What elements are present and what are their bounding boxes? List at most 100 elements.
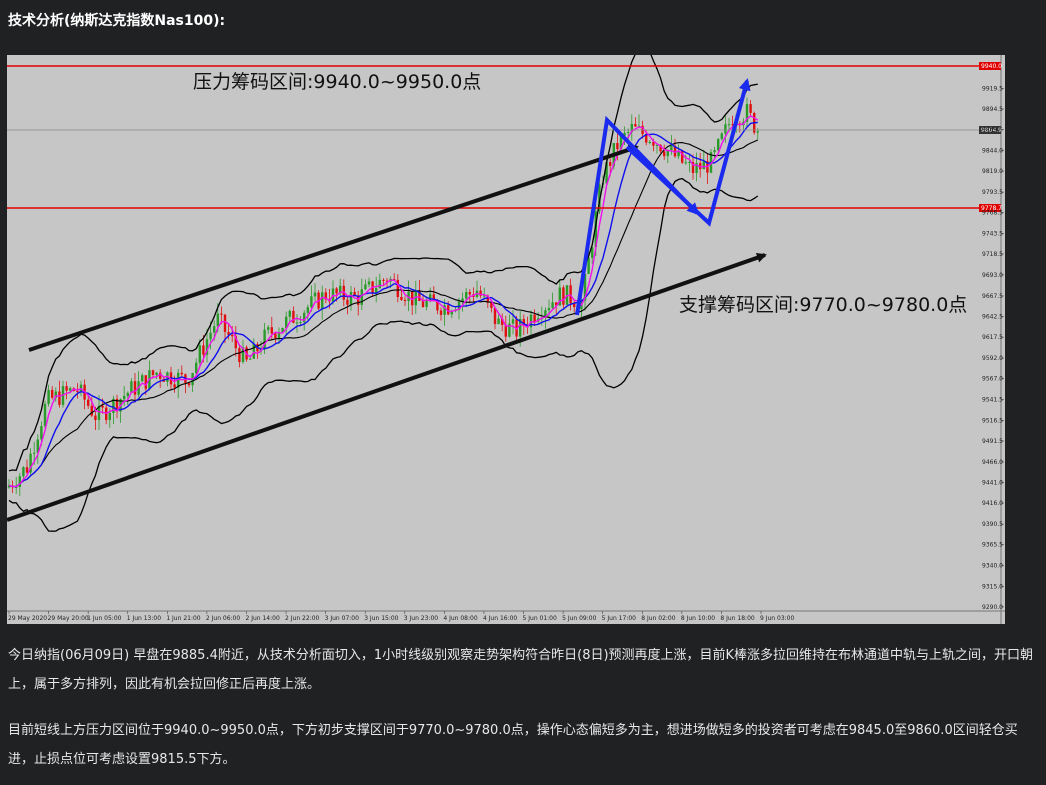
y-tick-label: 9567.0 — [982, 376, 1003, 383]
candle-body — [47, 389, 50, 404]
y-tick-label: 9768.5 — [982, 210, 1003, 217]
candle-body — [299, 322, 302, 324]
candle-body — [40, 426, 43, 440]
candle-body — [76, 390, 79, 392]
y-tick-label: 9315.0 — [982, 583, 1003, 590]
x-tick-label: 4 Jun 08:00 — [443, 615, 477, 622]
candle-body — [724, 124, 727, 134]
candle-body — [468, 292, 471, 295]
x-tick-label: 2 Jun 22:00 — [285, 615, 319, 622]
candle-body — [126, 392, 129, 396]
x-tick-label: 3 Jun 07:00 — [325, 615, 359, 622]
y-tick-label: 9869.5 — [982, 127, 1003, 134]
candle-body — [51, 389, 54, 398]
candle-body — [627, 131, 630, 133]
candle-body — [292, 310, 295, 323]
x-tick-label: 1 Jun 13:00 — [127, 615, 161, 622]
candle-body — [94, 415, 97, 421]
y-tick-label: 9466.0 — [982, 459, 1003, 466]
candle-body — [511, 319, 515, 324]
candle-body — [364, 284, 367, 290]
candle-body — [173, 384, 176, 388]
x-tick-label: 2 Jun 14:00 — [245, 615, 279, 622]
candle-body — [274, 333, 277, 339]
y-tick-label: 9693.0 — [982, 272, 1003, 279]
candle-body — [313, 292, 317, 297]
y-tick-label: 9340.0 — [982, 563, 1003, 570]
candle-body — [123, 395, 126, 400]
y-tick-label: 9290.0 — [982, 604, 1003, 611]
candle-body — [58, 391, 61, 405]
y-tick-label: 9617.5 — [982, 334, 1003, 341]
resistance-annotation: 压力筹码区间:9940.0~9950.0点 — [193, 71, 481, 93]
candle-body — [213, 326, 216, 333]
y-tick-label: 9390.5 — [982, 521, 1003, 528]
candle-body — [101, 405, 104, 408]
resistance-badge-text: 9940.0 — [981, 63, 1002, 70]
candle-body — [609, 162, 612, 166]
candle-body — [22, 467, 25, 477]
candle-body — [587, 257, 590, 274]
candle-body — [403, 299, 407, 302]
candle-body — [717, 139, 720, 151]
candle-body — [310, 296, 313, 308]
candle-body — [439, 310, 443, 315]
x-tick-label: 29 May 20:00 — [48, 615, 89, 622]
y-tick-label: 9541.5 — [982, 397, 1003, 404]
candle-body — [727, 124, 731, 126]
analysis-paragraph-1: 今日纳指(06月09日) 早盘在9885.4附近，从技术分析面切入，1小时线级别… — [8, 648, 1034, 692]
candle-body — [648, 141, 651, 143]
x-tick-label: 1 Jun 05:00 — [87, 615, 121, 622]
candle-body — [87, 399, 90, 406]
candle-body — [497, 318, 500, 325]
candle-body — [288, 310, 291, 317]
candle-body — [421, 300, 425, 308]
x-tick-label: 8 Jun 02:00 — [641, 615, 675, 622]
y-tick-label: 9844.0 — [982, 148, 1003, 155]
y-tick-label: 9642.5 — [982, 314, 1003, 321]
candle-body — [141, 375, 144, 382]
candle-body — [223, 314, 227, 332]
y-tick-label: 9919.5 — [982, 85, 1003, 92]
x-tick-label: 5 Jun 01:00 — [523, 615, 557, 622]
candle-body — [33, 452, 36, 454]
x-tick-label: 9 Jun 03:00 — [760, 615, 794, 622]
candle-body — [634, 123, 637, 127]
analysis-paragraph-2: 目前短线上方压力区间位于9940.0~9950.0点，下方初步支撑区间于9770… — [8, 723, 1018, 767]
support-annotation: 支撑筹码区间:9770.0~9780.0点 — [679, 294, 967, 316]
x-tick-label: 29 May 2020 — [8, 615, 47, 622]
candle-body — [90, 405, 93, 416]
y-tick-label: 9416.0 — [982, 500, 1003, 507]
y-tick-label: 9491.5 — [982, 438, 1003, 445]
candle-body — [533, 314, 536, 322]
x-tick-label: 2 Jun 06:00 — [206, 615, 240, 622]
y-tick-label: 9592.0 — [982, 355, 1003, 362]
candle-body — [493, 307, 497, 325]
candle-body — [270, 327, 273, 334]
candle-body — [720, 133, 723, 140]
candle-body — [429, 294, 432, 301]
chart-svg: 压力筹码区间:9940.0~9950.0点 支撑筹码区间:9770.0~9780… — [7, 55, 1005, 624]
y-tick-label: 9743.5 — [982, 230, 1003, 237]
candle-body — [133, 381, 137, 395]
candle-body — [195, 362, 198, 374]
candle-body — [616, 142, 619, 150]
candle-body — [547, 308, 551, 311]
candle-body — [425, 300, 428, 308]
candle-body — [400, 297, 403, 300]
price-chart: 压力筹码区间:9940.0~9950.0点 支撑筹码区间:9770.0~9780… — [7, 55, 1005, 624]
y-tick-label: 9819.0 — [982, 168, 1003, 175]
candle-body — [346, 299, 349, 305]
candle-body — [378, 279, 381, 289]
candle-body — [670, 146, 673, 151]
candle-body — [151, 370, 155, 375]
y-tick-label: 9718.5 — [982, 251, 1003, 258]
y-tick-label: 9793.5 — [982, 189, 1003, 196]
y-tick-label: 9667.5 — [982, 293, 1003, 300]
candle-body — [295, 322, 299, 324]
candle-body — [267, 327, 270, 330]
candle-body — [202, 345, 205, 355]
x-tick-label: 3 Jun 15:00 — [364, 615, 398, 622]
candle-body — [43, 403, 47, 427]
candle-body — [155, 372, 158, 375]
